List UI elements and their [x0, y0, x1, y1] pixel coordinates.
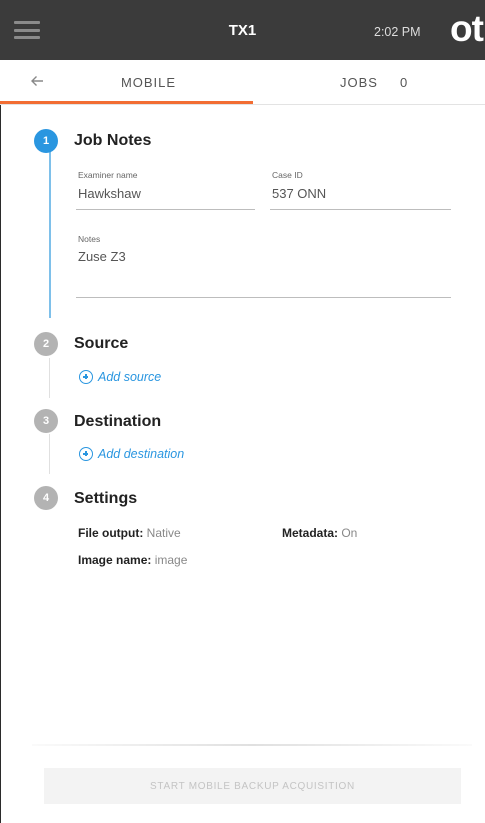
setting-file-output: File output: Native — [78, 526, 181, 540]
step-2-connector — [49, 358, 50, 398]
tab-bar: MOBILE JOBS 0 — [0, 60, 485, 105]
step-1-number: 1 — [34, 129, 58, 153]
add-destination-link[interactable]: Add destination — [79, 447, 184, 461]
start-acquisition-button[interactable]: START MOBILE BACKUP ACQUISITION — [44, 768, 461, 804]
case-id-label: Case ID — [272, 170, 303, 180]
examiner-name-underline — [76, 209, 255, 210]
examiner-name-field[interactable]: Hawkshaw — [78, 186, 141, 201]
step-1-title: Job Notes — [74, 132, 152, 149]
notes-field[interactable]: Zuse Z3 — [78, 249, 126, 264]
step-4-number: 4 — [34, 486, 58, 510]
step-3-title: Destination — [74, 413, 162, 430]
tab-jobs[interactable]: JOBS 0 — [340, 60, 440, 105]
brand-logo: ot — [450, 8, 484, 49]
step-4-title: Settings — [74, 490, 138, 507]
case-id-underline — [270, 209, 451, 210]
tab-jobs-label: JOBS — [340, 75, 378, 90]
notes-underline — [76, 297, 451, 298]
jobs-count-badge: 0 — [399, 75, 409, 90]
setting-file-output-key: File output: — [78, 526, 147, 540]
step-3-connector — [49, 434, 50, 474]
footer-divider — [32, 744, 472, 746]
active-tab-indicator — [0, 101, 253, 104]
setting-file-output-value: Native — [146, 526, 181, 540]
setting-metadata: Metadata: On — [282, 526, 357, 540]
add-source-link[interactable]: Add source — [79, 370, 161, 384]
add-source-label: Add source — [98, 370, 162, 384]
tab-mobile[interactable]: MOBILE — [0, 60, 253, 105]
step-2-number: 2 — [34, 332, 58, 356]
tab-mobile-label: MOBILE — [120, 75, 177, 90]
setting-image-name: Image name: image — [78, 553, 187, 567]
case-id-field[interactable]: 537 ONN — [272, 186, 326, 201]
step-3-number: 3 — [34, 409, 58, 433]
clock-time: 2:02 PM — [374, 25, 421, 39]
plus-circle-icon — [79, 370, 93, 384]
step-1-connector — [49, 152, 51, 318]
setting-metadata-key: Metadata: — [282, 526, 342, 540]
plus-circle-icon — [79, 447, 93, 461]
setting-image-name-value: image — [154, 553, 188, 567]
add-destination-label: Add destination — [98, 447, 185, 461]
step-2-title: Source — [74, 335, 129, 352]
app-bar: TX1 2:02 PM ot — [0, 0, 485, 60]
window-edge — [0, 105, 1, 823]
examiner-name-label: Examiner name — [78, 170, 138, 180]
setting-image-name-key: Image name: — [78, 553, 155, 567]
setting-metadata-value: On — [341, 526, 358, 540]
notes-label: Notes — [78, 234, 101, 244]
